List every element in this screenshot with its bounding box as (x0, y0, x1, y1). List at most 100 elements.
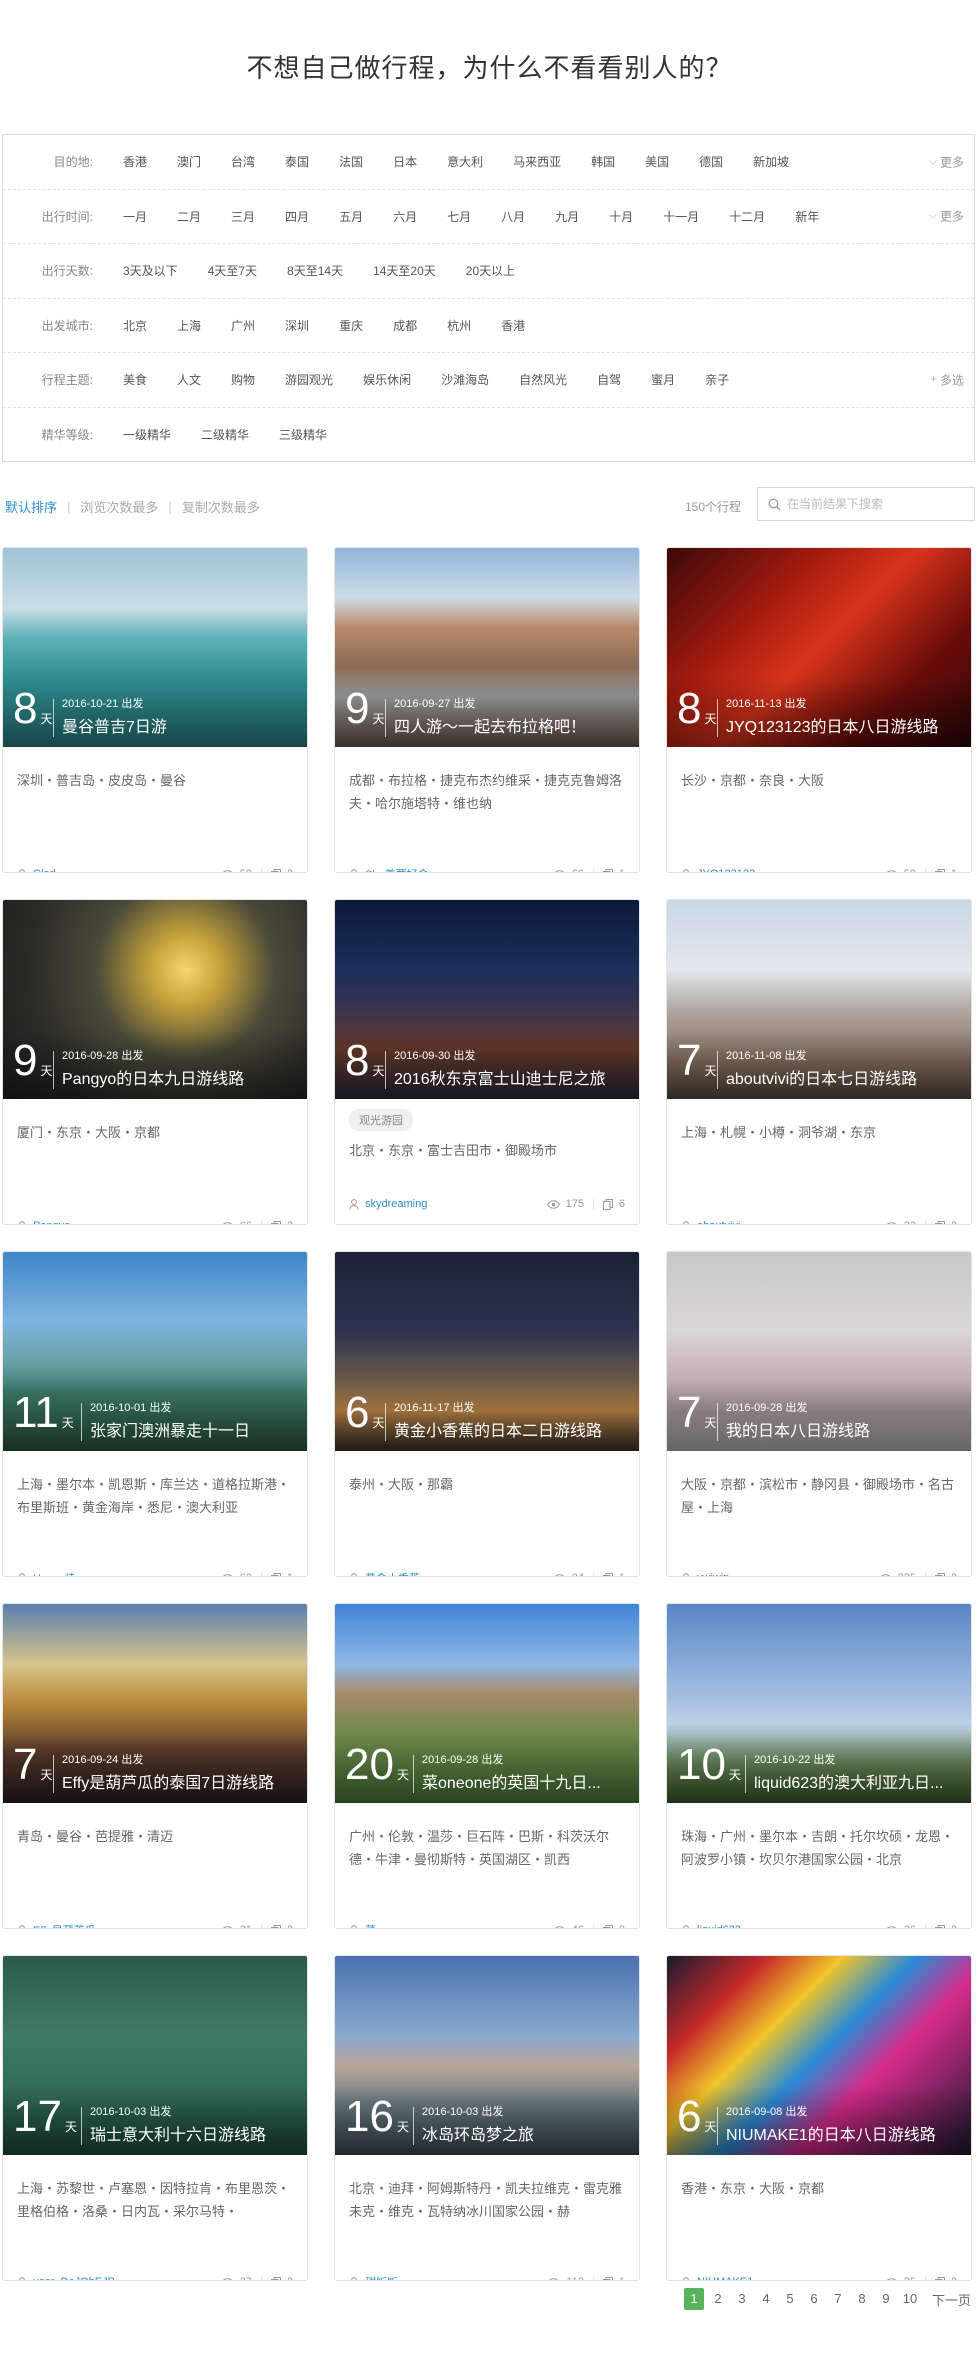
filter-option[interactable]: 一月 (123, 208, 147, 225)
filter-option[interactable]: 香港 (123, 153, 147, 170)
trip-cover-image[interactable]: 10 天 2016-10-22 出发 liquid623的澳大利亚九日... (667, 1604, 971, 1803)
page-link-9[interactable]: 9 (876, 2288, 896, 2310)
filter-option[interactable]: 8天至14天 (287, 262, 343, 279)
trip-card[interactable]: 7 天 2016-09-28 出发 我的日本八日游线路 大阪・京都・滨松市・静冈县・御殿… (666, 1251, 972, 1577)
filter-option[interactable]: 九月 (555, 208, 579, 225)
trip-card[interactable]: 20 天 2016-09-28 出发 菜oneone的英国十九日... 广州・伦敦・温莎… (334, 1603, 640, 1929)
trip-cover-image[interactable]: 17 天 2016-10-03 出发 瑞士意大利十六日游线路 (3, 1956, 307, 2155)
trip-cover-image[interactable]: 7 天 2016-11-08 出发 aboutvivi的日本七日游线路 (667, 900, 971, 1099)
page-link-5[interactable]: 5 (780, 2288, 800, 2310)
trip-title[interactable]: 我的日本八日游线路 (726, 1417, 870, 1441)
trip-author-link[interactable]: Happy佳 (33, 1570, 221, 1576)
trip-title[interactable]: Pangyo的日本九日游线路 (62, 1065, 244, 1089)
trip-author-link[interactable]: 黄金小香蕉 (365, 1570, 553, 1576)
trip-card[interactable]: 9 天 2016-09-27 出发 四人游～一起去布拉格吧！ 成都・布拉格・捷克布杰约维… (334, 547, 640, 873)
filter-option[interactable]: 台湾 (231, 153, 255, 170)
page-link-8[interactable]: 8 (852, 2288, 872, 2310)
trip-cover-image[interactable]: 7 天 2016-09-24 出发 Effy是葫芦瓜的泰国7日游线路 (3, 1604, 307, 1803)
filter-option[interactable]: 香港 (501, 317, 525, 334)
filter-option[interactable]: 十二月 (729, 208, 765, 225)
filter-option[interactable]: 重庆 (339, 317, 363, 334)
trip-cover-image[interactable]: 8 天 2016-11-13 出发 JYQ123123的日本八日游线路 (667, 548, 971, 747)
trip-card[interactable]: 8 天 2016-09-30 出发 2016秋东京富士山迪士尼之旅 观光游园 北京・东京・… (334, 899, 640, 1225)
trip-cover-image[interactable]: 20 天 2016-09-28 出发 菜oneone的英国十九日... (335, 1604, 639, 1803)
trip-title[interactable]: 菜oneone的英国十九日... (422, 1769, 601, 1793)
trip-cover-image[interactable]: 9 天 2016-09-28 出发 Pangyo的日本九日游线路 (3, 900, 307, 1099)
sort-most-copied[interactable]: 复制次数最多 (182, 497, 260, 516)
trip-card[interactable]: 8 天 2016-11-13 出发 JYQ123123的日本八日游线路 长沙・京都・奈良… (666, 547, 972, 873)
more-toggle[interactable]: ⌵ 更多 (929, 208, 964, 225)
filter-option[interactable]: 北京 (123, 317, 147, 334)
trip-author-link[interactable]: user_DeJOhEJB (33, 2276, 221, 2280)
trip-cover-image[interactable]: 6 天 2016-09-08 出发 NIUMAKE1的日本八日游线路 (667, 1956, 971, 2155)
filter-option[interactable]: 八月 (501, 208, 525, 225)
filter-option[interactable]: 上海 (177, 317, 201, 334)
trip-author-link[interactable]: skydreaming (365, 1198, 547, 1210)
filter-option[interactable]: 七月 (447, 208, 471, 225)
filter-option[interactable]: 4天至7天 (208, 262, 257, 279)
filter-option[interactable]: 蜜月 (651, 371, 675, 388)
filter-option[interactable]: 二月 (177, 208, 201, 225)
trip-author-link[interactable]: JYQ123123 (697, 868, 885, 872)
filter-option[interactable]: 二级精华 (201, 426, 249, 443)
filter-option[interactable]: 14天至20天 (373, 262, 436, 279)
filter-option[interactable]: 自驾 (597, 371, 621, 388)
filter-option[interactable]: 3天及以下 (123, 262, 178, 279)
trip-card[interactable]: 9 天 2016-09-28 出发 Pangyo的日本九日游线路 厦门・东京・大阪・京都… (2, 899, 308, 1225)
filter-option[interactable]: 十一月 (663, 208, 699, 225)
trip-title[interactable]: 张家门澳洲暴走十一日 (90, 1417, 250, 1441)
next-page-link[interactable]: 下一页 (932, 2290, 971, 2309)
sort-most-viewed[interactable]: 浏览次数最多 (80, 497, 158, 516)
trip-author-link[interactable]: NIUMAKE1 (697, 2276, 885, 2280)
filter-option[interactable]: 新年 (795, 208, 819, 225)
trip-title[interactable]: JYQ123123的日本八日游线路 (726, 713, 939, 737)
filter-option[interactable]: 购物 (231, 371, 255, 388)
trip-cover-image[interactable]: 9 天 2016-09-27 出发 四人游～一起去布拉格吧！ (335, 548, 639, 747)
trip-author-link[interactable]: liquid623 (697, 1924, 885, 1928)
filter-option[interactable]: 人文 (177, 371, 201, 388)
page-link-7[interactable]: 7 (828, 2288, 848, 2310)
filter-option[interactable]: 五月 (339, 208, 363, 225)
trip-card[interactable]: 16 天 2016-10-03 出发 冰岛环岛梦之旅 北京・迪拜・阿姆斯特丹・凯夫拉维克… (334, 1955, 640, 2281)
filter-option[interactable]: 杭州 (447, 317, 471, 334)
filter-option[interactable]: 泰国 (285, 153, 309, 170)
search-input[interactable] (787, 497, 967, 511)
filter-option[interactable]: 德国 (699, 153, 723, 170)
multi-select-toggle[interactable]: + 多选 (931, 371, 964, 388)
trip-card[interactable]: 17 天 2016-10-03 出发 瑞士意大利十六日游线路 上海・苏黎世・卢塞恩・因特… (2, 1955, 308, 2281)
filter-option[interactable]: 新加坡 (753, 153, 789, 170)
filter-option[interactable]: 游园观光 (285, 371, 333, 388)
filter-option[interactable]: 澳门 (177, 153, 201, 170)
filter-option[interactable]: 20天以上 (466, 262, 515, 279)
trip-title[interactable]: aboutvivi的日本七日游线路 (726, 1065, 917, 1089)
filter-option[interactable]: 四月 (285, 208, 309, 225)
page-link-3[interactable]: 3 (732, 2288, 752, 2310)
trip-author-link[interactable]: Pangyo (33, 1220, 221, 1224)
filter-option[interactable]: 沙滩海岛 (441, 371, 489, 388)
trip-card[interactable]: 8天 2016-10-21 出发曼谷普吉7日游深圳・普吉岛・皮皮岛・曼谷 Clod 5… (2, 547, 308, 873)
page-link-4[interactable]: 4 (756, 2288, 776, 2310)
filter-option[interactable]: 美食 (123, 371, 147, 388)
trip-title[interactable]: NIUMAKE1的日本八日游线路 (726, 2121, 936, 2145)
filter-option[interactable]: 三级精华 (279, 426, 327, 443)
trip-author-link[interactable]: Effy是葫芦瓜 (33, 1922, 221, 1928)
trip-card[interactable]: 11 天 2016-10-01 出发 张家门澳洲暴走十一日 上海・墨尔本・凯恩斯・库兰达… (2, 1251, 308, 1577)
trip-title[interactable]: 瑞士意大利十六日游线路 (90, 2121, 266, 2145)
trip-cover-image[interactable]: 8 天 2016-10-21 出发 曼谷普吉7日游 (3, 548, 307, 747)
trip-cover-image[interactable]: 8 天 2016-09-30 出发 2016秋东京富士山迪士尼之旅 (335, 900, 639, 1099)
filter-option[interactable]: 十月 (609, 208, 633, 225)
trip-title[interactable]: 冰岛环岛梦之旅 (422, 2121, 534, 2145)
more-toggle[interactable]: ⌵ 更多 (929, 153, 964, 170)
filter-option[interactable]: 亲子 (705, 371, 729, 388)
filter-option[interactable]: 美国 (645, 153, 669, 170)
trip-cover-image[interactable]: 6 天 2016-11-17 出发 黄金小香蕉的日本二日游线路 (335, 1252, 639, 1451)
sort-default[interactable]: 默认排序 (5, 497, 57, 516)
trip-card[interactable]: 10 天 2016-10-22 出发 liquid623的澳大利亚九日... 珠海・广州… (666, 1603, 972, 1929)
trip-author-link[interactable]: 甜饭饭 (365, 2274, 547, 2280)
trip-title[interactable]: 四人游～一起去布拉格吧！ (394, 713, 586, 737)
filter-option[interactable]: 三月 (231, 208, 255, 225)
trip-card[interactable]: 7 天 2016-11-08 出发 aboutvivi的日本七日游线路 上海・札幌・小樽… (666, 899, 972, 1225)
filter-option[interactable]: 成都 (393, 317, 417, 334)
page-link-2[interactable]: 2 (708, 2288, 728, 2310)
trip-card[interactable]: 6天 2016-11-17 出发黄金小香蕉的日本二日游线路泰州・大阪・那霸黄金小香… (334, 1251, 640, 1577)
